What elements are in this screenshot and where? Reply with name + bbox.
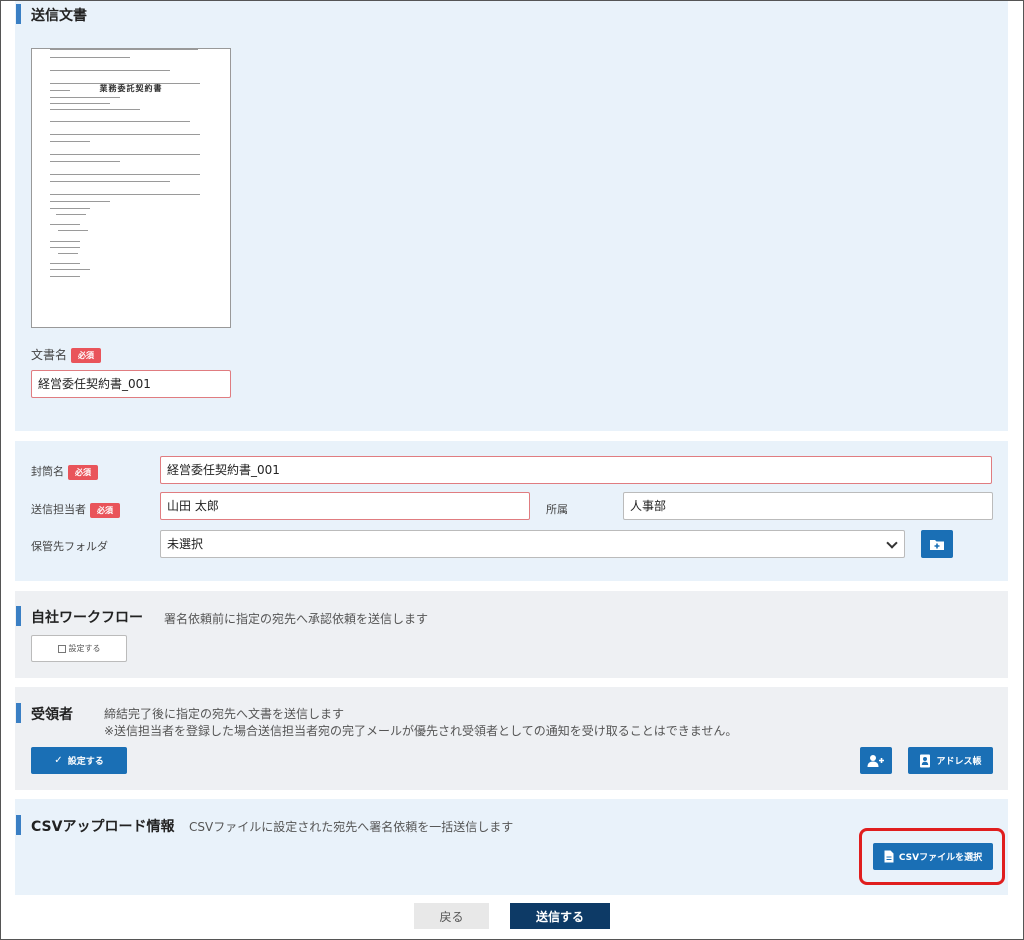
preview-text-line: [50, 49, 198, 50]
required-badge: 必須: [68, 464, 98, 480]
recipient-setting-label: 設定する: [67, 757, 104, 767]
add-user-button[interactable]: [860, 747, 892, 774]
folder-select-value: 未選択: [167, 537, 204, 551]
preview-text-line: [50, 194, 200, 195]
workflow-panel: [15, 591, 1008, 678]
user-plus-icon: [867, 754, 884, 767]
recipient-section-desc: 締結完了後に指定の宛先へ文書を送信します: [104, 707, 345, 721]
preview-text-line: [50, 70, 170, 71]
checkbox-icon: [57, 644, 66, 653]
section-bar: [16, 606, 21, 626]
workflow-section-title: 自社ワークフロー: [31, 610, 143, 626]
preview-text-line: [56, 214, 86, 215]
preview-text-line: [50, 121, 190, 122]
document-name-label-text: 文書名: [31, 348, 68, 362]
preview-text-line: [50, 224, 80, 225]
preview-text-line: [50, 181, 170, 182]
preview-text-line: [50, 97, 120, 98]
folder-select[interactable]: 未選択: [160, 530, 905, 558]
address-book-label: アドレス帳: [936, 757, 982, 767]
highlight-box: [859, 828, 1005, 885]
csv-section-desc: CSVファイルに設定された宛先へ署名依頼を一括送信します: [189, 820, 514, 834]
address-book-button[interactable]: アドレス帳: [908, 747, 993, 774]
document-preview[interactable]: 業務委託契約書: [31, 48, 231, 328]
envelope-name-label-text: 封筒名: [31, 465, 64, 478]
preview-text-line: [50, 83, 200, 84]
workflow-setting-label: 設定する: [68, 644, 101, 653]
check-icon: ✓: [54, 755, 63, 766]
preview-text-line: [50, 57, 130, 58]
preview-text-line: [50, 134, 200, 135]
section-bar: [16, 815, 21, 835]
recipient-section-title: 受領者: [31, 707, 73, 723]
preview-text-line: [50, 269, 90, 270]
preview-text-line: [58, 230, 88, 231]
department-input[interactable]: 人事部: [623, 492, 993, 520]
section-bar: [16, 703, 21, 723]
sender-label: 送信担当者 必須: [31, 501, 120, 518]
sender-label-text: 送信担当者: [31, 503, 86, 516]
preview-text-line: [50, 241, 80, 242]
workflow-setting-button[interactable]: 設定する: [31, 635, 127, 662]
recipient-section-note: ※送信担当者を登録した場合送信担当者宛の完了メールが優先され受領者としての通知を…: [104, 724, 738, 738]
preview-text-line: [50, 201, 110, 202]
document-name-label: 文書名 必須: [31, 346, 102, 363]
envelope-name-input[interactable]: 経営委任契約書_001: [160, 456, 992, 484]
preview-text-line: [50, 103, 110, 104]
workflow-section-desc: 署名依頼前に指定の宛先へ承認依頼を送信します: [164, 612, 429, 626]
preview-text-line: [50, 174, 200, 175]
sender-input[interactable]: 山田 太郎: [160, 492, 530, 520]
folder-plus-icon: [930, 539, 944, 550]
chevron-down-icon: [886, 537, 898, 549]
send-button[interactable]: 送信する: [510, 903, 610, 929]
preview-text-line: [50, 276, 80, 277]
preview-text-line: [50, 141, 90, 142]
envelope-name-label: 封筒名 必須: [31, 463, 98, 480]
preview-doc-title: 業務委託契約書: [99, 84, 163, 93]
recipient-setting-button[interactable]: ✓ 設定する: [31, 747, 127, 774]
preview-text-line: [50, 109, 140, 110]
required-badge: 必須: [90, 502, 120, 518]
document-section-title: 送信文書: [31, 8, 87, 24]
preview-text-line: [50, 161, 120, 162]
preview-text-line: [50, 263, 80, 264]
folder-label: 保管先フォルダ: [31, 540, 108, 553]
back-button[interactable]: 戻る: [414, 903, 489, 929]
preview-text-line: [50, 154, 200, 155]
preview-text-line: [50, 247, 80, 248]
csv-section-title: CSVアップロード情報: [31, 819, 175, 835]
section-bar: [16, 4, 21, 24]
document-name-input[interactable]: 経営委任契約書_001: [31, 370, 231, 398]
address-book-icon: [920, 754, 931, 767]
preview-text-line: [50, 208, 90, 209]
preview-text-line: [50, 90, 70, 91]
preview-text-line: [58, 253, 78, 254]
required-badge: 必須: [71, 348, 102, 363]
add-folder-button[interactable]: [921, 530, 953, 558]
department-label: 所属: [546, 503, 568, 516]
